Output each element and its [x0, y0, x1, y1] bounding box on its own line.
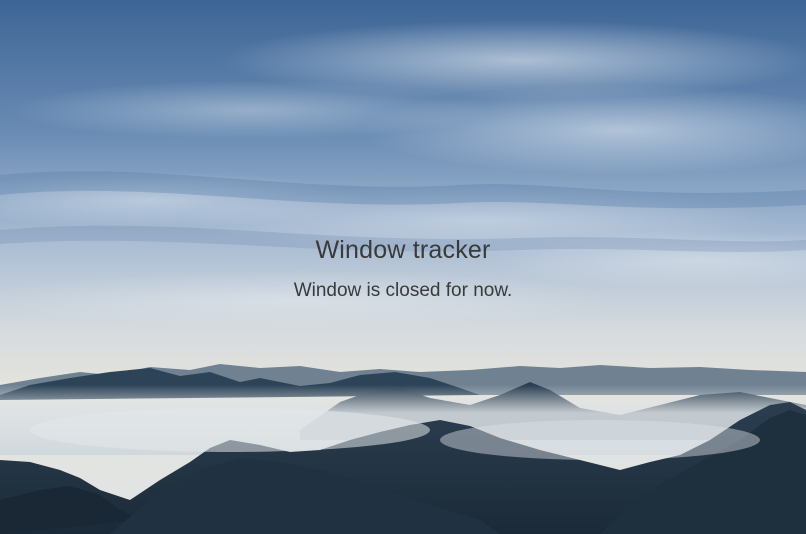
background-landscape-image — [0, 0, 806, 534]
status-message: Window is closed for now. — [293, 280, 513, 301]
page-title: Window tracker — [315, 236, 491, 264]
